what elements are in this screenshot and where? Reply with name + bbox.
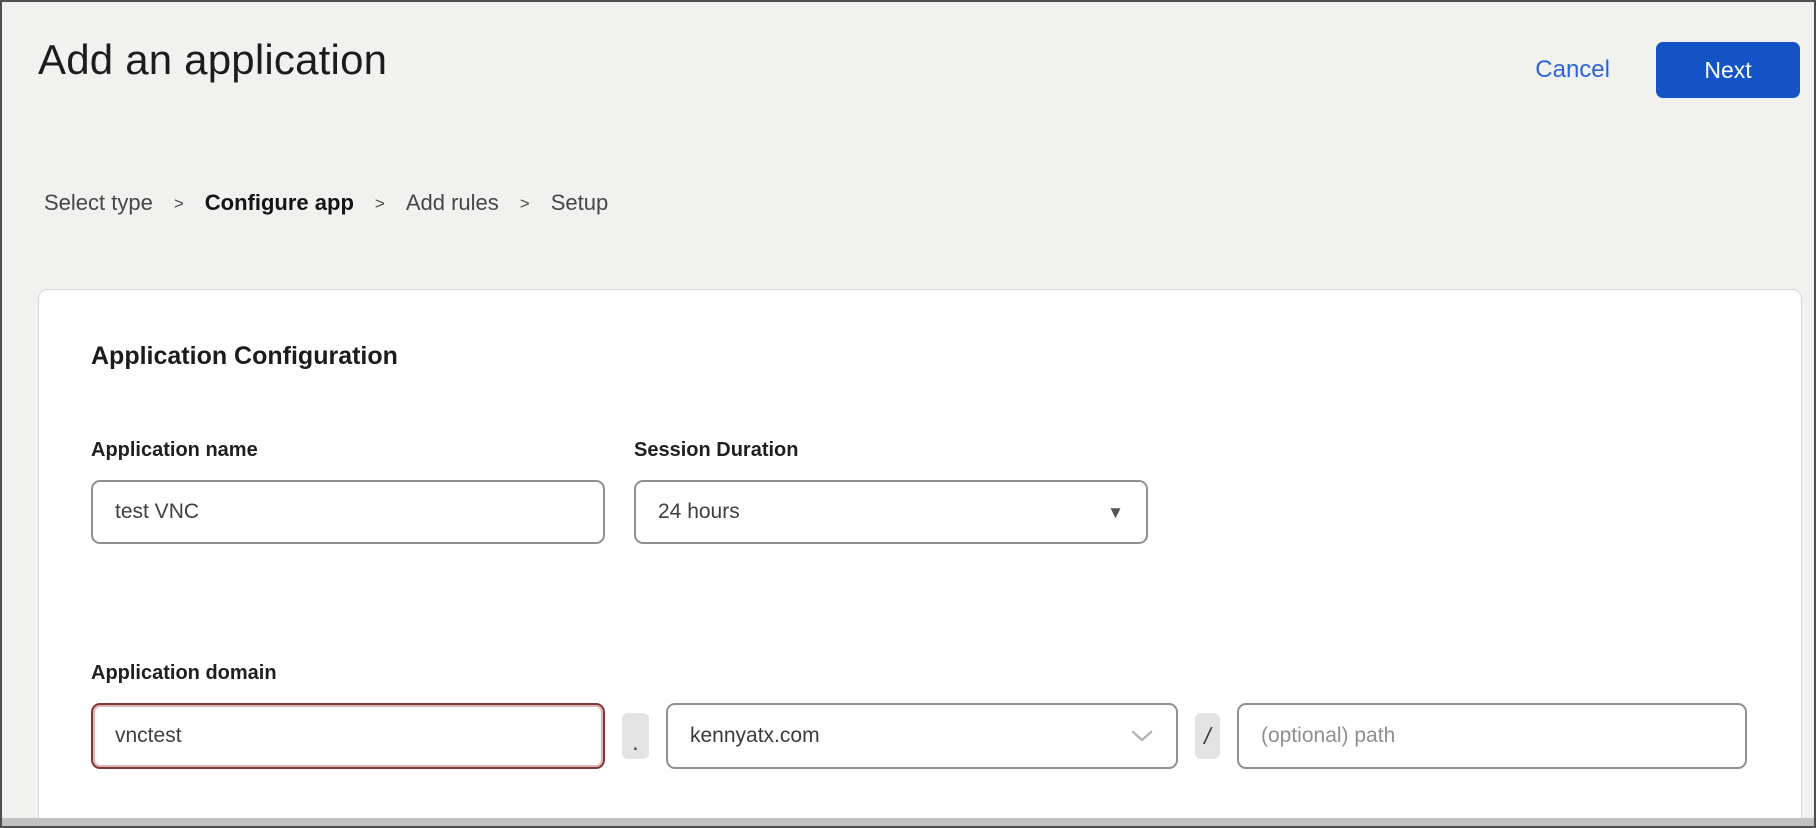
next-button[interactable]: Next [1656,42,1800,98]
name-and-duration-row: Application name Session Duration 24 hou… [91,439,1749,544]
breadcrumb-step-configure-app[interactable]: Configure app [205,190,354,216]
application-name-label: Application name [91,439,605,462]
session-duration-field-group: Session Duration 24 hours ▼ [634,439,1148,544]
cancel-button[interactable]: Cancel [1535,56,1610,84]
breadcrumb-separator-icon: > [375,194,385,214]
header-actions: Cancel Next [1535,42,1800,98]
breadcrumb: Select type > Configure app > Add rules … [44,190,608,216]
domain-select[interactable]: kennyatx.com [666,703,1178,769]
breadcrumb-step-setup[interactable]: Setup [551,190,609,216]
application-name-input[interactable] [91,480,605,544]
slash-separator: / [1195,713,1220,759]
application-domain-row: . kennyatx.com / [91,703,1749,769]
window-bottom-edge [2,818,1814,826]
caret-down-icon: ▼ [1107,504,1124,521]
application-configuration-card: Application Configuration Application na… [38,289,1802,828]
session-duration-label: Session Duration [634,439,1148,462]
application-name-field-group: Application name [91,439,605,544]
session-duration-value: 24 hours [658,500,740,524]
card-heading: Application Configuration [91,342,1749,371]
breadcrumb-separator-icon: > [174,194,184,214]
breadcrumb-step-add-rules[interactable]: Add rules [406,190,499,216]
session-duration-select[interactable]: 24 hours ▼ [634,480,1148,544]
domain-select-value: kennyatx.com [690,724,820,748]
add-application-page: Add an application Cancel Next Select ty… [0,0,1816,828]
dot-separator: . [622,713,649,759]
path-input[interactable] [1237,703,1747,769]
chevron-down-icon [1130,729,1154,743]
application-domain-label: Application domain [91,662,1749,685]
breadcrumb-separator-icon: > [520,194,530,214]
breadcrumb-step-select-type[interactable]: Select type [44,190,153,216]
application-domain-field-group: Application domain . kennyatx.com / [91,662,1749,769]
page-title: Add an application [38,36,387,84]
subdomain-input[interactable] [91,703,605,769]
